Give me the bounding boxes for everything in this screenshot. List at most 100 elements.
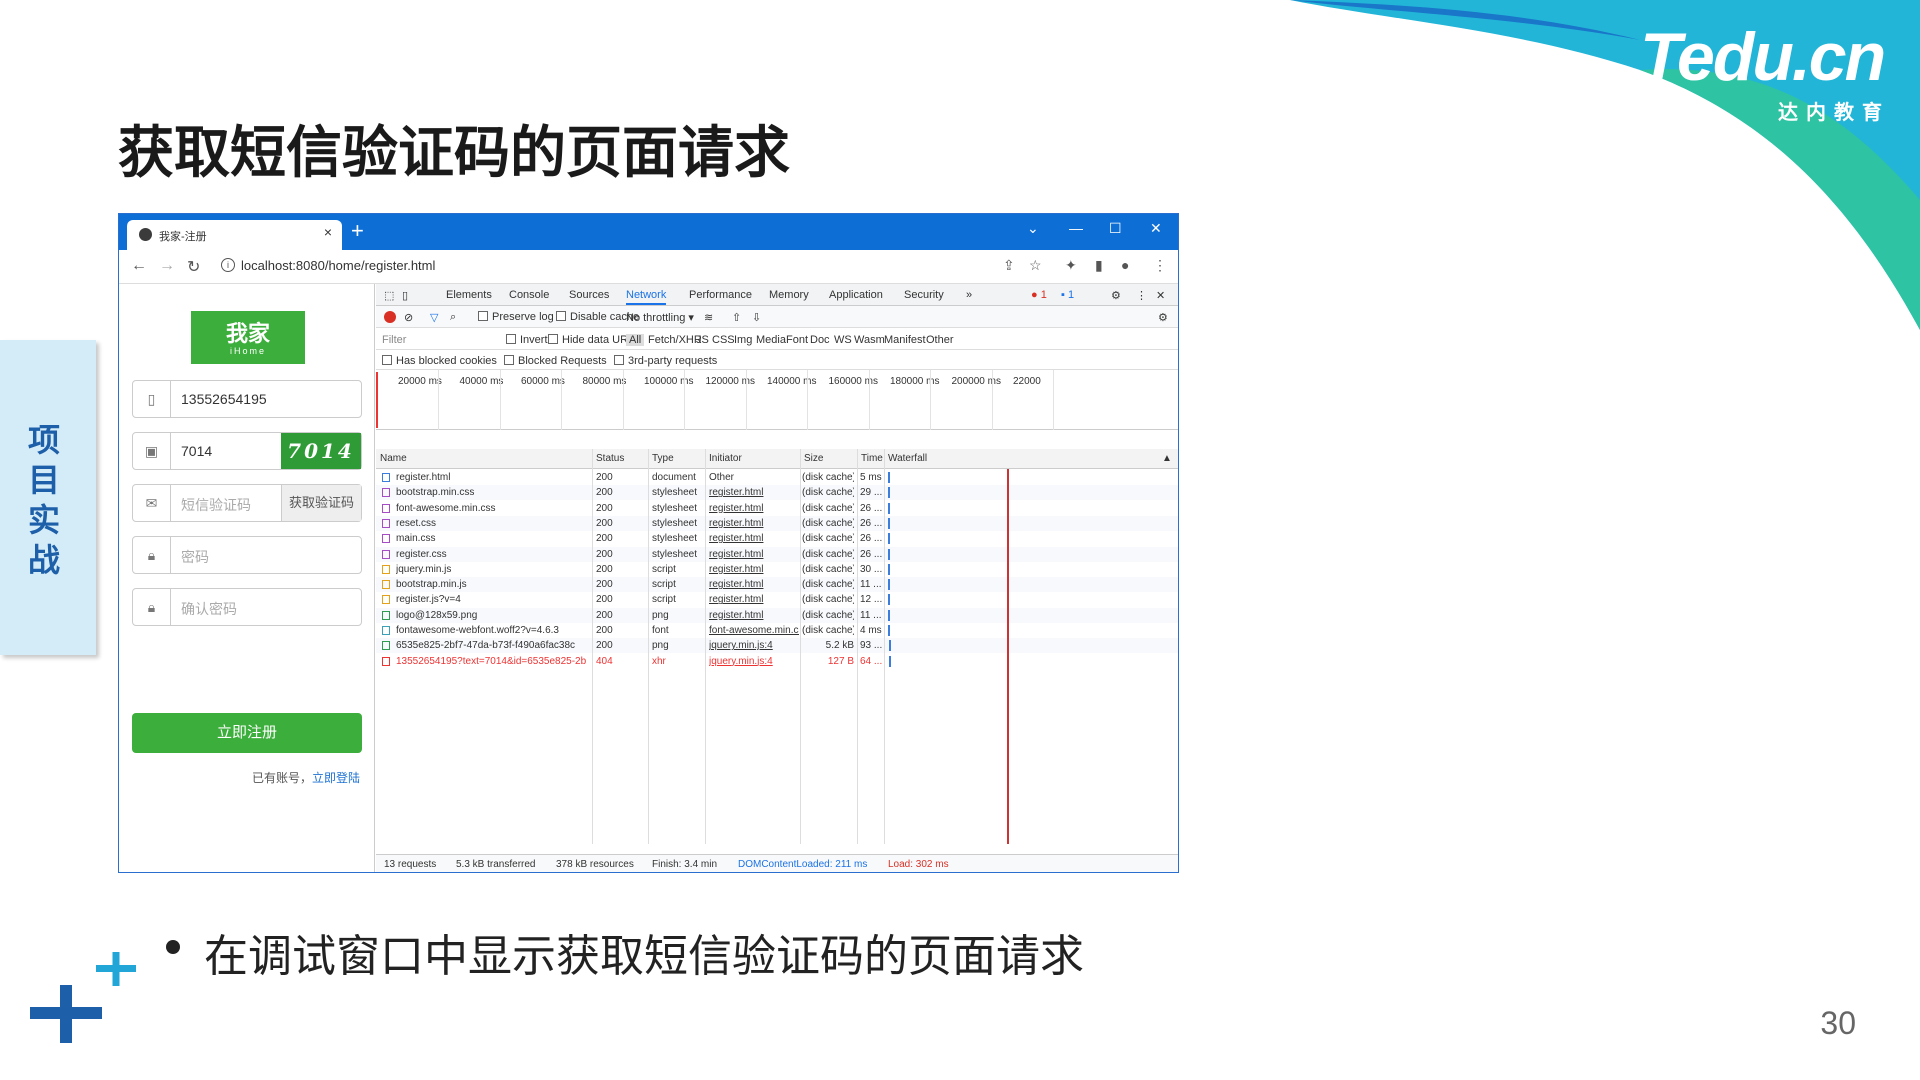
cell-initiator[interactable]: register.html (709, 501, 799, 516)
login-link[interactable]: 立即登陆 (312, 771, 360, 785)
menu-icon[interactable]: ⋮ (1153, 257, 1167, 274)
message-badge[interactable]: ▪ 1 (1061, 289, 1074, 301)
new-tab-icon[interactable]: + (351, 218, 364, 244)
filter-manifest[interactable]: Manifest (884, 334, 926, 346)
download-icon[interactable]: ⇩ (752, 311, 761, 324)
captcha-image[interactable]: 7014 (281, 433, 361, 469)
blocked-cookies-checkbox[interactable]: Has blocked cookies (382, 355, 497, 367)
tab-network[interactable]: Network (626, 289, 667, 305)
back-icon[interactable]: ← (131, 257, 147, 275)
cell-initiator[interactable]: register.html (709, 547, 799, 562)
tab-memory[interactable]: Memory (769, 289, 809, 301)
table-row[interactable]: logo@128x59.png 200 png register.html (disk … (376, 607, 1178, 623)
phone-field[interactable]: ▯ 13552654195 (132, 380, 362, 418)
confirm-password-field[interactable]: 🔒︎ 确认密码 (132, 588, 362, 626)
tab-application[interactable]: Application (829, 289, 883, 301)
table-row[interactable]: main.css 200 stylesheet register.html (disk … (376, 531, 1178, 546)
minimize-icon[interactable]: — (1069, 220, 1083, 236)
network-settings-icon[interactable]: ⚙ (1158, 311, 1168, 324)
filter-icon[interactable]: ▽ (430, 311, 438, 324)
info-icon[interactable]: i (221, 258, 235, 272)
cell-initiator[interactable]: font-awesome.min.css (709, 623, 799, 638)
maximize-icon[interactable]: ☐ (1109, 220, 1122, 237)
clear-icon[interactable]: ⊘ (404, 311, 413, 324)
extensions-icon[interactable]: ✦ (1065, 257, 1077, 274)
captcha-field[interactable]: ▣ 7014 7014 (132, 432, 362, 470)
kebab-menu-icon[interactable]: ⋮ (1136, 289, 1147, 302)
filter-fetch-xhr[interactable]: Fetch/XHR (648, 334, 702, 346)
star-icon[interactable]: ☆ (1029, 257, 1042, 274)
tab-security[interactable]: Security (904, 289, 944, 301)
table-row[interactable]: 6535e825-2bf7-47da-b73f-f490a6fac38c 200 p… (376, 638, 1178, 654)
wifi-icon[interactable]: ≋ (704, 311, 713, 324)
table-row[interactable]: font-awesome.min.css 200 stylesheet registe… (376, 501, 1178, 516)
column-initiator[interactable]: Initiator (705, 449, 742, 469)
tab-performance[interactable]: Performance (689, 289, 752, 301)
table-row[interactable]: bootstrap.min.css 200 stylesheet register.h… (376, 485, 1178, 501)
sort-up-icon[interactable]: ▲ (1158, 449, 1172, 469)
record-icon[interactable] (384, 311, 396, 323)
column-time[interactable]: Time (857, 449, 883, 469)
column-size[interactable]: Size (800, 449, 823, 469)
sms-code-field[interactable]: ✉ 短信验证码 获取验证码 (132, 484, 362, 522)
preserve-log-checkbox[interactable]: Preserve log (478, 311, 554, 323)
cell-initiator[interactable]: register.html (709, 531, 799, 546)
error-badge[interactable]: ● 1 (1031, 289, 1047, 301)
filter-img[interactable]: Img (734, 334, 752, 346)
tab-console[interactable]: Console (509, 289, 549, 301)
cell-initiator[interactable]: register.html (709, 608, 799, 623)
throttling-select[interactable]: No throttling ▾ (626, 311, 694, 324)
cell-initiator[interactable]: register.html (709, 577, 799, 592)
table-row[interactable]: register.css 200 stylesheet register.html (d… (376, 546, 1178, 562)
tab-sources[interactable]: Sources (569, 289, 609, 301)
table-row[interactable]: reset.css 200 stylesheet register.html (disk… (376, 515, 1178, 531)
device-icon[interactable]: ▯ (402, 289, 408, 302)
get-sms-code-button[interactable]: 获取验证码 (281, 485, 361, 521)
filter-font[interactable]: Font (786, 334, 808, 346)
cell-initiator[interactable]: register.html (709, 516, 799, 531)
table-row[interactable]: jquery.min.js 200 script register.html (disk… (376, 562, 1178, 577)
column-waterfall[interactable]: Waterfall (884, 449, 927, 469)
reload-icon[interactable]: ↻ (187, 257, 200, 277)
filter-all[interactable]: All (626, 334, 645, 346)
cell-initiator[interactable]: jquery.min.js:4 (709, 654, 799, 669)
blocked-requests-checkbox[interactable]: Blocked Requests (504, 355, 607, 367)
filter-input[interactable]: Filter (382, 334, 406, 346)
forward-icon[interactable]: → (159, 257, 175, 275)
more-tabs-icon[interactable]: » (966, 289, 972, 301)
tab-search-icon[interactable]: ⌄ (1027, 220, 1039, 237)
url-field[interactable]: i localhost:8080/home/register.html (215, 255, 993, 279)
cell-initiator[interactable]: Other (709, 470, 799, 485)
column-status[interactable]: Status (592, 449, 624, 469)
filter-css[interactable]: CSS (712, 334, 735, 346)
gear-icon[interactable]: ⚙ (1111, 289, 1121, 302)
inspect-icon[interactable]: ⬚ (384, 289, 394, 302)
close-icon[interactable]: × (324, 224, 332, 240)
sidebar-icon[interactable]: ▮ (1095, 257, 1103, 274)
table-row[interactable]: 13552654195?text=7014&id=6535e825-2bf7-4… (376, 654, 1178, 669)
close-window-icon[interactable]: ✕ (1150, 220, 1162, 237)
invert-checkbox[interactable]: Invert (506, 334, 548, 346)
filter-wasm[interactable]: Wasm (854, 334, 885, 346)
filter-js[interactable]: JS (696, 334, 709, 346)
close-devtools-icon[interactable]: ✕ (1156, 289, 1165, 302)
column-name[interactable]: Name (376, 449, 407, 469)
tab-elements[interactable]: Elements (446, 289, 492, 301)
cell-initiator[interactable]: register.html (709, 485, 799, 500)
filter-ws[interactable]: WS (834, 334, 852, 346)
cell-initiator[interactable]: register.html (709, 562, 799, 577)
register-button[interactable]: 立即注册 (132, 713, 362, 753)
table-row[interactable]: register.js?v=4 200 script register.html (di… (376, 592, 1178, 607)
filter-other[interactable]: Other (926, 334, 954, 346)
table-row[interactable]: fontawesome-webfont.woff2?v=4.6.3 200 font… (376, 623, 1178, 638)
network-overview[interactable]: 20000 ms 40000 ms 60000 ms 80000 ms 100000 m… (376, 370, 1178, 430)
cell-initiator[interactable]: register.html (709, 592, 799, 607)
table-row[interactable]: register.html 200 document Other (disk cache… (376, 470, 1178, 485)
profile-icon[interactable]: ● (1121, 257, 1129, 273)
filter-media[interactable]: Media (756, 334, 786, 346)
upload-icon[interactable]: ⇧ (732, 311, 741, 324)
table-row[interactable]: bootstrap.min.js 200 script register.html (d… (376, 577, 1178, 593)
third-party-checkbox[interactable]: 3rd-party requests (614, 355, 717, 367)
cell-initiator[interactable]: jquery.min.js:4 (709, 638, 799, 653)
search-icon[interactable]: ⌕ (450, 311, 456, 324)
